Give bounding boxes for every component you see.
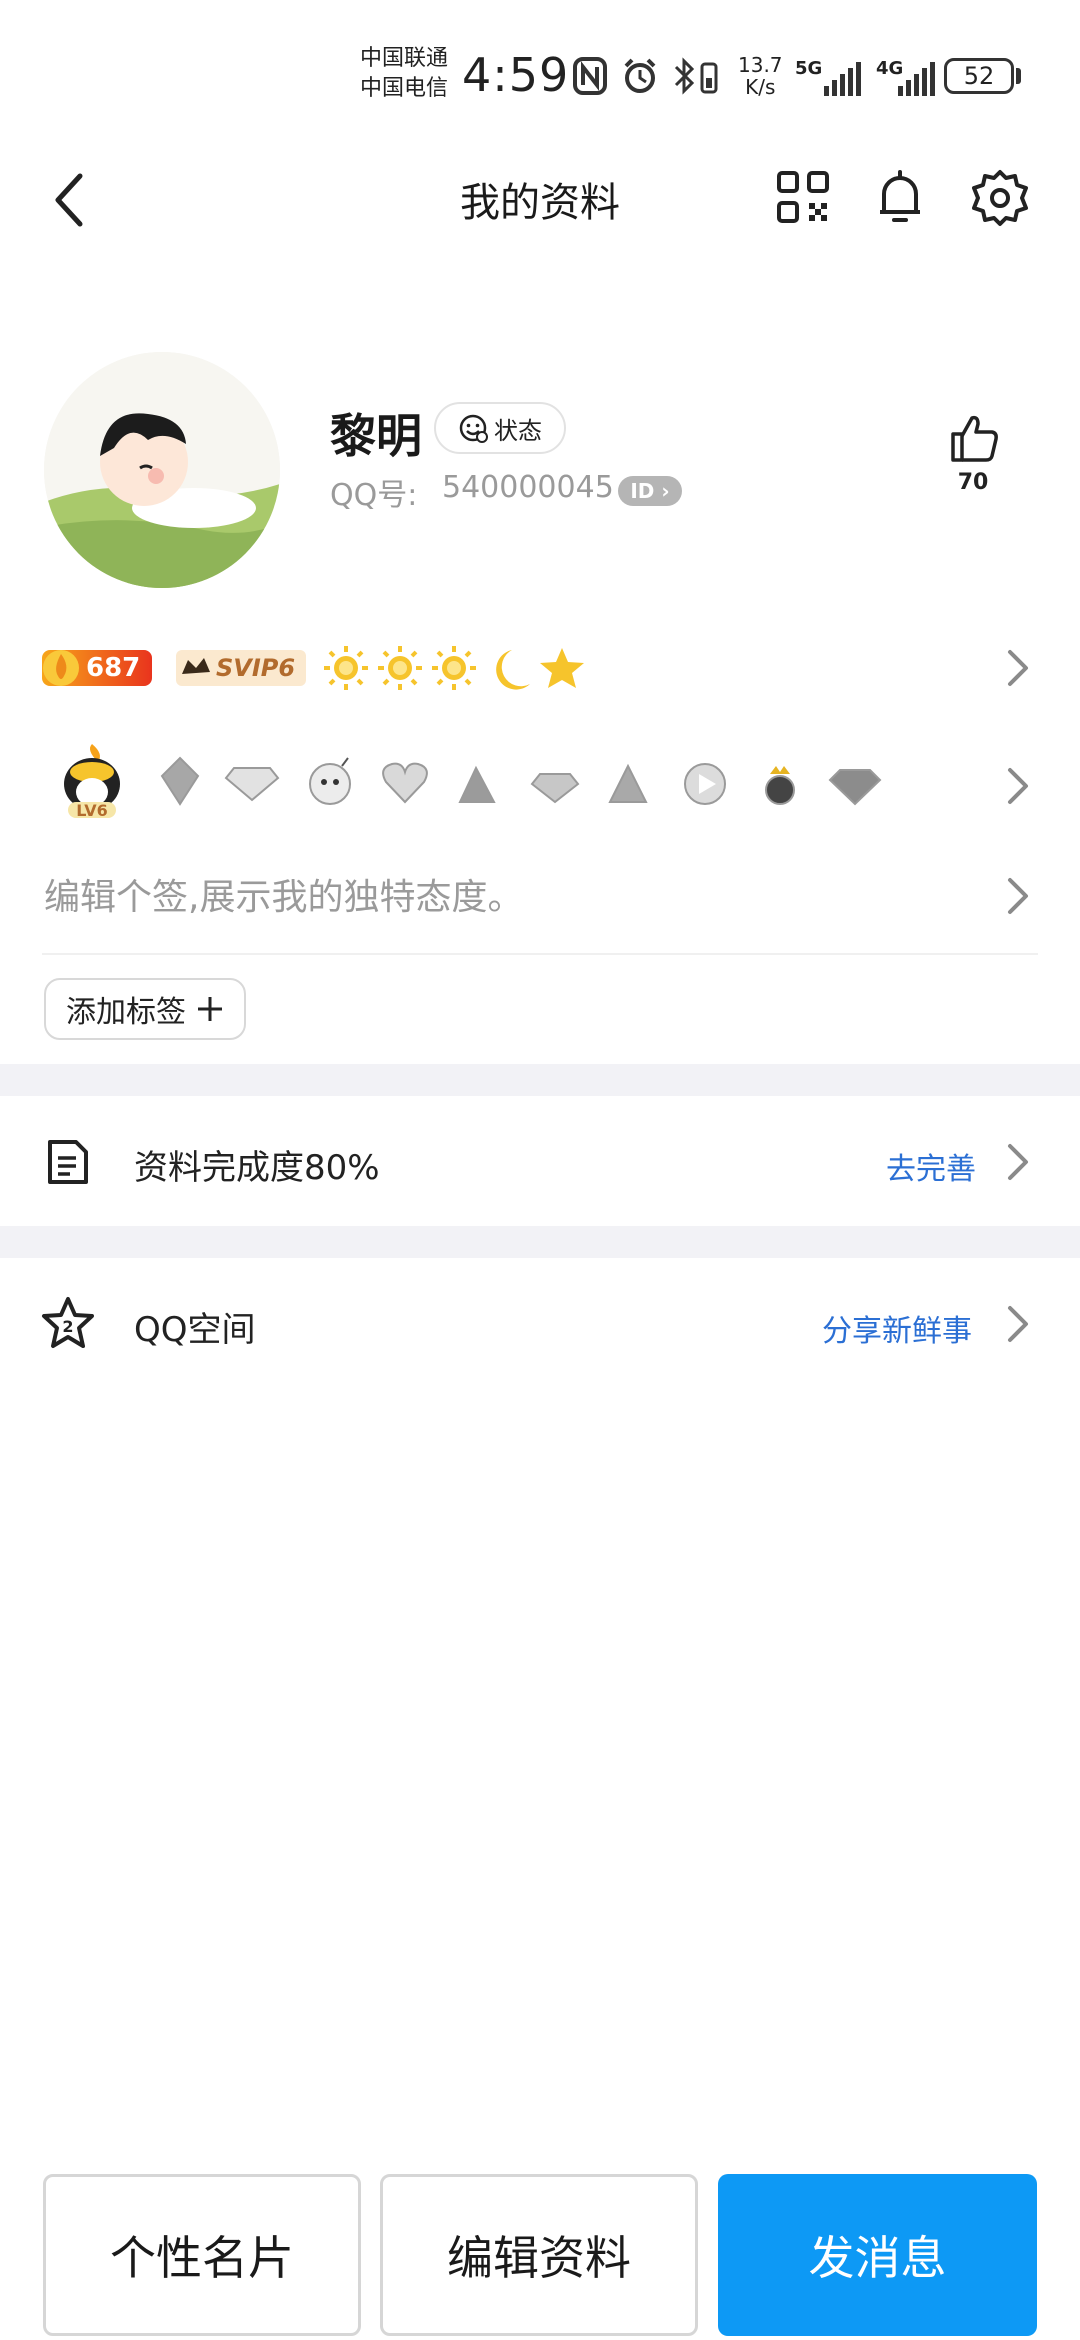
chevron-right-icon-2[interactable] [1006, 766, 1030, 806]
section-separator-2 [0, 1226, 1080, 1258]
document-icon [48, 1140, 88, 1184]
send-message-button[interactable]: 发消息 [718, 2174, 1037, 2336]
chevron-right-icon-5[interactable] [1006, 1304, 1030, 1344]
svg-text:2: 2 [62, 1317, 73, 1336]
svip-crown-icon [182, 658, 210, 674]
add-tag-label: 添加标签 [66, 995, 186, 1030]
carrier-2: 中国电信 [360, 76, 449, 101]
qzone-label: QQ空间 [134, 1310, 256, 1350]
status-smile-icon [459, 414, 488, 443]
add-tag-button[interactable]: 添加标签 [44, 978, 246, 1040]
net-speed-unit: K/s [745, 75, 776, 99]
sun-icon [378, 646, 422, 690]
status-time: 4:59 [462, 48, 570, 102]
like-count: 70 [957, 470, 989, 495]
bomb-face-icon [309, 757, 351, 805]
id-badge-label: ID [630, 479, 655, 503]
alarm-icon [624, 58, 656, 93]
gem-icon [828, 769, 882, 806]
divider [42, 953, 1038, 955]
profile-completion-link[interactable]: 去完善 [886, 1144, 976, 1188]
medal-level-label: LV6 [76, 801, 108, 820]
signal-bars-icon [824, 62, 861, 96]
qq-level-medal-icon[interactable]: LV6 [52, 740, 132, 824]
star-icon [540, 648, 584, 688]
medal-icons[interactable] [150, 752, 890, 812]
net-speed: 13.7 K/s [738, 54, 783, 98]
bell-icon[interactable] [872, 166, 928, 228]
sun-icon [432, 646, 476, 690]
nfc-icon [573, 57, 607, 95]
status-button[interactable]: 状态 [434, 402, 566, 454]
emerald-icon [530, 773, 580, 804]
profile-completion-label: 资料完成度80% [134, 1148, 380, 1188]
carrier-1: 中国联通 [360, 46, 449, 71]
status-label: 状态 [494, 416, 542, 445]
flame-icon [43, 650, 79, 686]
signal-bars-icon-2 [898, 62, 935, 96]
net-speed-value: 13.7 [738, 53, 783, 77]
level-icons[interactable] [322, 644, 602, 692]
avatar[interactable] [44, 352, 280, 588]
chevron-right-icon-4[interactable] [1006, 1142, 1030, 1182]
thumbs-up-icon[interactable] [948, 412, 1000, 464]
display-name: 黎明 [330, 409, 422, 463]
penguin-gem-icon [160, 756, 200, 806]
moon-icon [496, 650, 530, 690]
svip-label: SVIP6 [216, 654, 296, 682]
avatar-illustration [44, 352, 280, 588]
penguin-crown-icon [765, 766, 795, 805]
edit-profile-button[interactable]: 编辑资料 [380, 2174, 698, 2336]
diamond-icon [224, 767, 280, 802]
id-badge[interactable]: ID › [618, 476, 682, 506]
qq-number: 540000045 [442, 470, 614, 505]
battery-indicator: 52 [944, 58, 1014, 94]
mountain-icon-2 [608, 763, 648, 803]
signature-placeholder[interactable]: 编辑个签,展示我的独特态度。 [44, 868, 523, 920]
chevron-right-icon[interactable] [1006, 648, 1030, 688]
play-icon [684, 763, 726, 805]
qzone-link[interactable]: 分享新鲜事 [822, 1306, 972, 1350]
qq-number-label: QQ号: [330, 478, 418, 513]
plus-icon [198, 997, 222, 1021]
sun-icon [324, 646, 368, 690]
section-separator [0, 1064, 1080, 1096]
carrier-labels: 中国联通 中国电信 [360, 44, 448, 104]
battery-tip [1016, 68, 1021, 84]
profile-card-button[interactable]: 个性名片 [43, 2174, 361, 2336]
qr-code-icon[interactable] [776, 170, 830, 224]
heart-icon [382, 762, 428, 804]
mountain-icon [458, 765, 496, 803]
level-score: 687 [86, 653, 141, 683]
bluetooth-battery-icon [674, 57, 718, 95]
chevron-right-icon-3[interactable] [1006, 876, 1030, 916]
qzone-star-icon: 2 [42, 1297, 94, 1348]
gear-icon[interactable] [970, 168, 1030, 228]
